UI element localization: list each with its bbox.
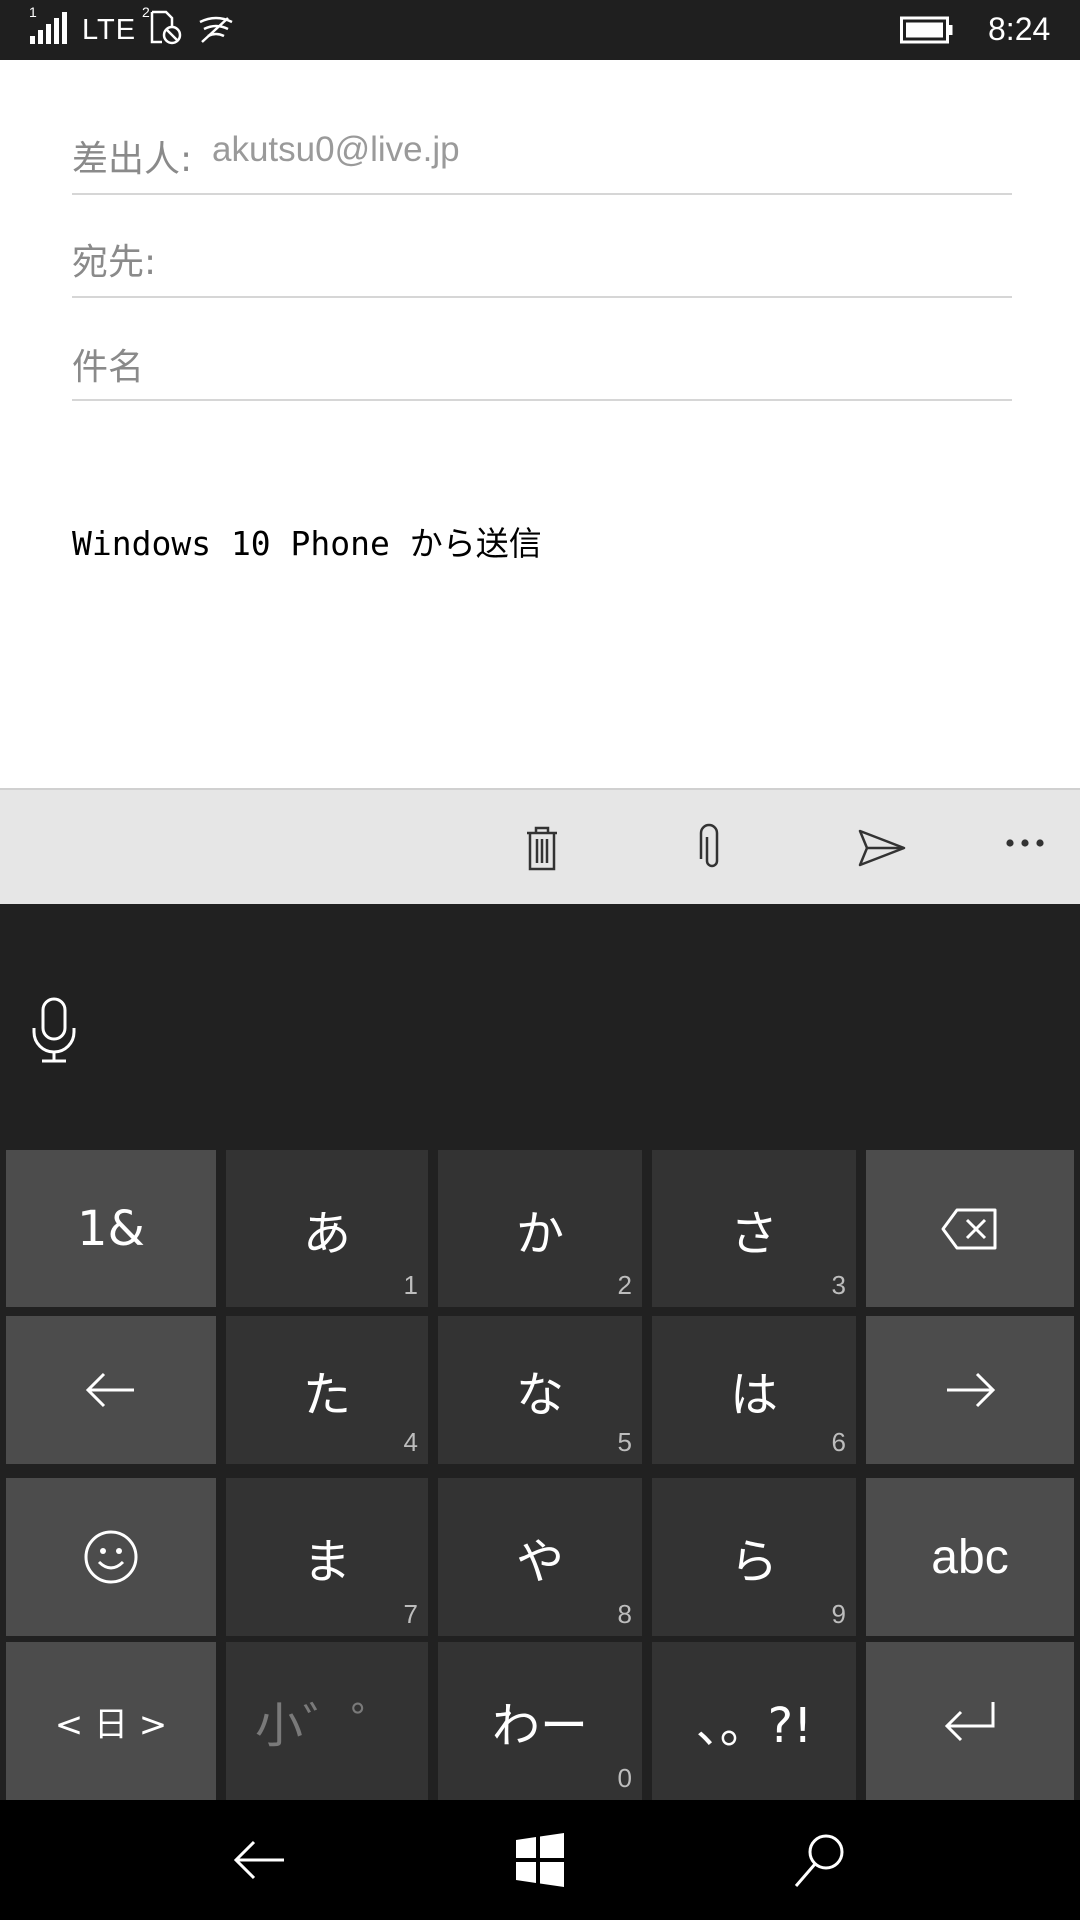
key-sa-row[interactable]: さ 3	[652, 1150, 856, 1307]
key-punctuation[interactable]: 、。?!	[652, 1642, 856, 1800]
key-label: た	[302, 1367, 351, 1423]
more-button[interactable]	[987, 810, 1063, 886]
clock: 8:24	[988, 11, 1051, 47]
software-keyboard: 1& あ 1 か 2 さ 3 た 4 な 5 は 6 ま 7 や 8 ら 9 a…	[0, 904, 1080, 1800]
key-a-row[interactable]: あ 1	[226, 1150, 428, 1307]
key-number: 0	[617, 1763, 632, 1793]
key-label: は	[729, 1367, 778, 1423]
arrow-left-icon	[85, 1372, 134, 1408]
wifi-icon	[199, 16, 233, 43]
key-number: 5	[617, 1427, 632, 1457]
send-icon	[858, 829, 906, 867]
key-label: 、。?!	[695, 1698, 813, 1754]
to-label: 宛先:	[72, 242, 157, 283]
to-field[interactable]: 宛先:	[72, 195, 1012, 298]
key-label: ま	[302, 1534, 351, 1590]
key-abc[interactable]: abc	[866, 1478, 1074, 1636]
key-backspace[interactable]	[866, 1150, 1074, 1307]
battery-icon	[900, 16, 953, 44]
back-arrow-icon[interactable]	[228, 1828, 292, 1892]
navigation-bar	[0, 1800, 1080, 1920]
key-ka-row[interactable]: か 2	[438, 1150, 642, 1307]
key-number: 1	[403, 1270, 418, 1300]
from-field[interactable]: 差出人: akutsu0@live.jp	[72, 92, 1012, 195]
attach-button[interactable]	[674, 810, 750, 886]
key-ya-row[interactable]: や 8	[438, 1478, 642, 1636]
key-cursor-right[interactable]	[866, 1316, 1074, 1464]
arrow-right-icon	[947, 1372, 996, 1408]
key-label: < 日 >	[54, 1704, 168, 1745]
key-number: 9	[831, 1599, 846, 1629]
paperclip-icon	[699, 823, 719, 868]
key-small-dakuten[interactable]: 小゛゜	[226, 1642, 428, 1800]
status-bar: 1 LTE 2 8:24	[0, 0, 1080, 60]
key-number: 6	[831, 1427, 846, 1457]
trash-icon	[527, 826, 557, 871]
signal-icon	[30, 12, 67, 44]
key-label: あ	[302, 1205, 351, 1262]
key-emoji[interactable]	[6, 1478, 216, 1636]
windows-start-icon[interactable]	[508, 1828, 572, 1892]
more-icon	[1006, 839, 1044, 847]
key-label: さ	[729, 1205, 778, 1262]
search-icon[interactable]	[788, 1828, 852, 1892]
key-label: abc	[931, 1530, 1009, 1584]
smiley-icon	[84, 1530, 138, 1584]
key-cursor-left[interactable]	[6, 1316, 216, 1464]
discard-button[interactable]	[504, 810, 580, 886]
key-label: や	[515, 1534, 564, 1590]
key-ra-row[interactable]: ら 9	[652, 1478, 856, 1636]
key-number: 2	[617, 1270, 632, 1300]
key-label: な	[515, 1367, 564, 1423]
key-ta-row[interactable]: た 4	[226, 1316, 428, 1464]
enter-icon	[944, 1702, 995, 1742]
key-ha-row[interactable]: は 6	[652, 1316, 856, 1464]
subject-placeholder: 件名	[72, 347, 145, 388]
sim-no-card-icon	[150, 10, 182, 45]
key-wa-row[interactable]: わー 0	[438, 1642, 642, 1800]
from-account[interactable]: akutsu0@live.jp	[212, 130, 460, 170]
key-language-switch[interactable]: < 日 >	[6, 1642, 216, 1800]
key-number: 4	[403, 1427, 418, 1457]
key-enter[interactable]	[866, 1642, 1074, 1800]
send-button[interactable]	[844, 810, 920, 886]
key-symbols-label: 1&	[77, 1200, 145, 1257]
key-number: 3	[831, 1270, 846, 1300]
microphone-icon[interactable]	[28, 996, 80, 1066]
key-ma-row[interactable]: ま 7	[226, 1478, 428, 1636]
network-type: LTE	[82, 14, 137, 46]
key-label: 小゛゜	[254, 1698, 399, 1754]
key-number: 8	[617, 1599, 632, 1629]
message-body[interactable]: Windows 10 Phone から送信	[72, 517, 542, 565]
key-symbols[interactable]: 1&	[6, 1150, 216, 1307]
backspace-icon	[941, 1208, 997, 1249]
key-na-row[interactable]: な 5	[438, 1316, 642, 1464]
compose-form: 差出人: akutsu0@live.jp 宛先: 件名 Windows 10 P…	[0, 60, 1080, 788]
key-number: 7	[403, 1599, 418, 1629]
key-label: ら	[729, 1534, 778, 1590]
key-label: わー	[491, 1698, 588, 1754]
key-label: か	[515, 1205, 564, 1262]
from-label: 差出人:	[72, 139, 193, 180]
subject-field[interactable]: 件名	[72, 298, 1012, 401]
app-bar	[0, 788, 1080, 904]
